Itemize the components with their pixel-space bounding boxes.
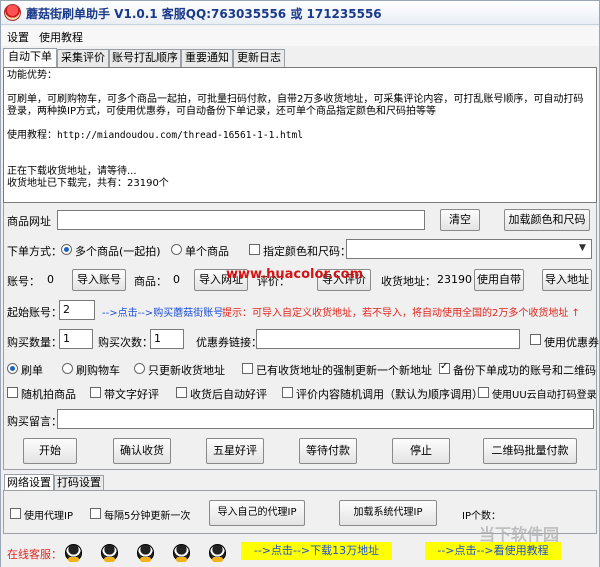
log-line-feature-list: 可刷单，可刷购物车，可多个商品一起拍，可批量扫码付款，自带2万多收货地址，可采集… bbox=[7, 94, 584, 117]
uu-captcha-checkbox[interactable] bbox=[478, 387, 489, 398]
refresh-5min-checkbox[interactable] bbox=[90, 508, 101, 519]
force-new-address-checkbox[interactable] bbox=[242, 363, 253, 374]
coupon-link-label: 优惠券链接： bbox=[196, 336, 262, 349]
log-line-features: 功能优势： bbox=[7, 70, 57, 81]
download-address-link[interactable]: -->点击-->下载13万地址 bbox=[241, 542, 392, 560]
random-goods-checkbox[interactable] bbox=[7, 387, 18, 398]
tab-collect-reviews[interactable]: 采集评价 bbox=[57, 49, 109, 67]
text-review-label: 带文字好评 bbox=[104, 388, 159, 401]
qq-penguin-icon[interactable] bbox=[65, 544, 82, 562]
corner-watermark: 当下软件园 bbox=[479, 525, 560, 544]
menu-bar: 设置 使用教程 bbox=[1, 26, 599, 46]
goods-label: 商品： bbox=[134, 275, 167, 288]
radio-brush-order-label: 刷单 bbox=[21, 364, 43, 377]
qr-batch-pay-button[interactable]: 二维码批量付款 bbox=[483, 438, 577, 464]
import-account-button[interactable]: 导入账号 bbox=[72, 269, 126, 291]
load-color-size-button[interactable]: 加载颜色和尺码 bbox=[504, 209, 590, 231]
menu-settings[interactable]: 设置 bbox=[7, 29, 29, 45]
radio-update-address-label: 只更新收货地址 bbox=[148, 364, 225, 377]
product-url-input[interactable] bbox=[57, 210, 425, 230]
buy-account-link[interactable]: -->点击-->购买蘑菇街账号 bbox=[102, 304, 223, 319]
text-review-checkbox[interactable] bbox=[90, 387, 101, 398]
goods-count: 0 bbox=[173, 273, 180, 286]
use-proxy-label: 使用代理IP bbox=[24, 511, 73, 522]
clear-button[interactable]: 清空 bbox=[440, 209, 480, 231]
ip-count-label: IP个数： bbox=[462, 511, 501, 522]
account-label: 账号： bbox=[7, 275, 40, 288]
uu-captcha-label: 使用UU云自动打码登录 bbox=[492, 390, 597, 401]
radio-brush-cart-label: 刷购物车 bbox=[76, 364, 120, 377]
message-label: 购买留言： bbox=[7, 415, 62, 428]
address-hint: 提示：可导入自定义收货地址，若不导入，将自动使用全国的2万多个收货地址 ↑ bbox=[222, 308, 580, 319]
five-star-review-button[interactable]: 五星好评 bbox=[206, 438, 264, 464]
mushroom-app-icon bbox=[4, 4, 21, 21]
use-proxy-checkbox[interactable] bbox=[10, 508, 21, 519]
random-review-label: 评价内容随机调用（默认为顺序调用） bbox=[296, 388, 483, 401]
random-goods-label: 随机拍商品 bbox=[21, 388, 76, 401]
backup-success-checkbox[interactable] bbox=[439, 361, 450, 374]
spec-color-size-label: 指定颜色和尺码： bbox=[263, 245, 351, 258]
radio-brush-cart[interactable] bbox=[62, 363, 73, 374]
log-line-downloading: 正在下载收货地址，请等待... bbox=[7, 166, 137, 177]
start-button[interactable]: 开始 bbox=[23, 438, 77, 464]
radio-single-goods[interactable] bbox=[171, 244, 182, 255]
account-count: 0 bbox=[47, 273, 54, 286]
tab-network-settings[interactable]: 网络设置 bbox=[4, 474, 54, 491]
coupon-link-input[interactable] bbox=[256, 329, 520, 349]
use-coupon-checkbox[interactable] bbox=[530, 334, 541, 345]
app-window: 蘑菇街刷单助手 V1.0.1 客服QQ:763035556 或 17123555… bbox=[0, 0, 600, 567]
online-service-label: 在线客服： bbox=[7, 548, 62, 561]
window-title: 蘑菇街刷单助手 V1.0.1 客服QQ:763035556 或 17123555… bbox=[26, 7, 382, 21]
force-new-address-label: 已有收货地址的强制更新一个新地址 bbox=[256, 364, 432, 377]
radio-multi-goods[interactable] bbox=[61, 244, 72, 255]
radio-brush-order[interactable] bbox=[7, 363, 18, 374]
start-account-label: 起始账号： bbox=[7, 306, 62, 319]
tab-changelog[interactable]: 更新日志 bbox=[233, 49, 285, 67]
site-watermark: www.huacolor.com bbox=[226, 267, 364, 282]
radio-multi-goods-label: 多个商品(一起拍) bbox=[75, 245, 161, 258]
auto-review-checkbox[interactable] bbox=[176, 387, 187, 398]
qq-penguin-icon[interactable] bbox=[173, 544, 190, 562]
qq-penguin-icon[interactable] bbox=[209, 544, 226, 562]
address-label: 收货地址： bbox=[381, 275, 436, 288]
message-input[interactable] bbox=[57, 409, 594, 429]
import-own-proxy-button[interactable]: 导入自己的代理IP bbox=[209, 500, 305, 526]
product-url-label: 商品网址 bbox=[7, 215, 51, 228]
tab-shuffle-accounts[interactable]: 账号打乱顺序 bbox=[109, 49, 181, 67]
tab-captcha-settings[interactable]: 打码设置 bbox=[54, 475, 104, 491]
stop-button[interactable]: 停止 bbox=[392, 438, 450, 464]
title-bar: 蘑菇街刷单助手 V1.0.1 客服QQ:763035556 或 17123555… bbox=[1, 1, 599, 25]
tab-auto-order[interactable]: 自动下单 bbox=[3, 48, 57, 68]
address-count: 23190 bbox=[437, 273, 472, 286]
use-coupon-label: 使用优惠券 bbox=[544, 336, 599, 349]
log-output[interactable]: 功能优势： 可刷单，可刷购物车，可多个商品一起拍，可批量扫码付款，自带2万多收货… bbox=[3, 67, 597, 203]
import-address-button[interactable]: 导入地址 bbox=[542, 269, 592, 291]
qq-penguin-icon[interactable] bbox=[101, 544, 118, 562]
log-line-download-done: 收货地址已下载完，共有：23190个 bbox=[7, 178, 169, 189]
purchase-qty-input[interactable]: 1 bbox=[59, 329, 93, 349]
menu-tutorial[interactable]: 使用教程 bbox=[39, 29, 83, 45]
confirm-receipt-button[interactable]: 确认收货 bbox=[113, 438, 171, 464]
qq-penguin-icon[interactable] bbox=[137, 544, 154, 562]
tab-notice[interactable]: 重要通知 bbox=[181, 49, 233, 67]
await-payment-button[interactable]: 等待付款 bbox=[299, 438, 357, 464]
backup-success-label: 备份下单成功的账号和二维码 bbox=[453, 364, 596, 377]
start-account-input[interactable]: 2 bbox=[59, 300, 95, 320]
load-system-proxy-button[interactable]: 加载系统代理IP bbox=[339, 500, 437, 526]
refresh-5min-label: 每隔5分钟更新一次 bbox=[104, 511, 191, 522]
random-review-checkbox[interactable] bbox=[282, 387, 293, 398]
radio-update-address[interactable] bbox=[134, 363, 145, 374]
spec-color-size-select[interactable] bbox=[346, 239, 592, 259]
spec-color-size-checkbox[interactable] bbox=[249, 244, 260, 255]
purchase-times-label: 购买次数： bbox=[98, 336, 153, 349]
radio-single-goods-label: 单个商品 bbox=[185, 245, 229, 258]
purchase-times-input[interactable]: 1 bbox=[150, 329, 184, 349]
use-builtin-address-button[interactable]: 使用自带 bbox=[474, 269, 524, 291]
order-mode-label: 下单方式： bbox=[7, 245, 62, 258]
chevron-down-icon[interactable]: ▼ bbox=[579, 243, 589, 255]
log-line-tutorial-label: 使用教程： bbox=[7, 130, 57, 141]
auto-review-label: 收货后自动好评 bbox=[190, 388, 267, 401]
log-line-tutorial-url: http://miandoudou.com/thread-16561-1-1.h… bbox=[57, 130, 303, 141]
purchase-qty-label: 购买数量： bbox=[7, 336, 62, 349]
